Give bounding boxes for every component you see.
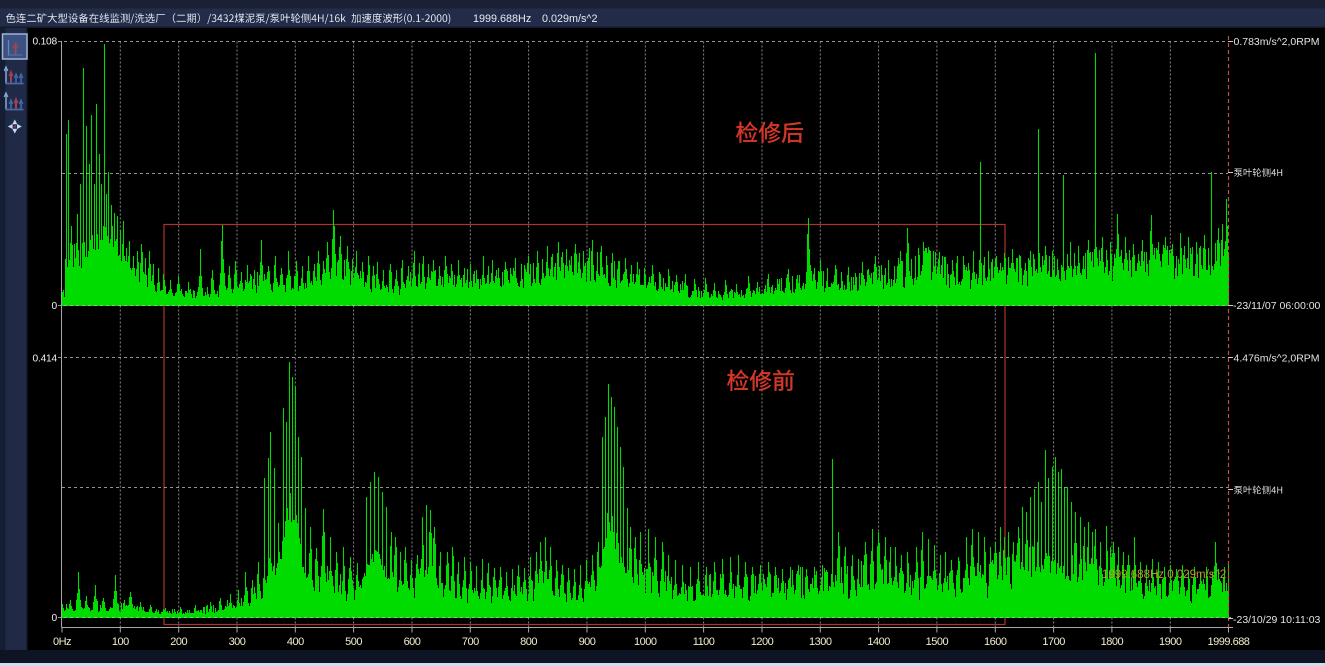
svg-text:1999.688Hz: 1999.688Hz <box>473 13 531 25</box>
svg-text:1300: 1300 <box>809 636 832 648</box>
svg-text:1700: 1700 <box>1042 636 1065 648</box>
svg-text:800: 800 <box>520 636 537 648</box>
svg-text:1500: 1500 <box>926 636 949 648</box>
svg-text:0: 0 <box>52 613 58 624</box>
svg-text:1400: 1400 <box>867 636 890 648</box>
svg-text:1800: 1800 <box>1101 636 1124 648</box>
svg-text:600: 600 <box>404 636 421 648</box>
svg-text:-23/11/07 06:00:00: -23/11/07 06:00:00 <box>1233 300 1321 312</box>
svg-text:-23/10/29 10:11:03: -23/10/29 10:11:03 <box>1233 614 1321 626</box>
svg-text:400: 400 <box>287 636 304 648</box>
svg-text:1999.688: 1999.688 <box>1208 636 1250 648</box>
svg-text:1200: 1200 <box>751 636 774 648</box>
svg-text:1999.688Hz,0.029m/s^2: 1999.688Hz,0.029m/s^2 <box>1102 569 1226 581</box>
svg-text:700: 700 <box>462 636 479 648</box>
svg-text:0: 0 <box>52 301 58 312</box>
svg-text:0.783m/s^2,0RPM: 0.783m/s^2,0RPM <box>1234 36 1320 48</box>
svg-text:900: 900 <box>579 636 596 648</box>
svg-text:1900: 1900 <box>1159 636 1182 648</box>
svg-text:100: 100 <box>112 636 129 648</box>
svg-text:0.108: 0.108 <box>33 37 58 48</box>
svg-text:0.414: 0.414 <box>33 354 58 365</box>
svg-text:1000: 1000 <box>634 636 657 648</box>
svg-text:1100: 1100 <box>693 636 715 648</box>
svg-text:300: 300 <box>229 636 246 648</box>
svg-text:200: 200 <box>170 636 187 648</box>
svg-text:500: 500 <box>345 636 362 648</box>
svg-text:4.476m/s^2,0RPM: 4.476m/s^2,0RPM <box>1234 353 1320 365</box>
svg-text:0Hz: 0Hz <box>53 636 71 648</box>
svg-text:0.029m/s^2: 0.029m/s^2 <box>542 13 597 25</box>
svg-text:1600: 1600 <box>984 636 1007 648</box>
